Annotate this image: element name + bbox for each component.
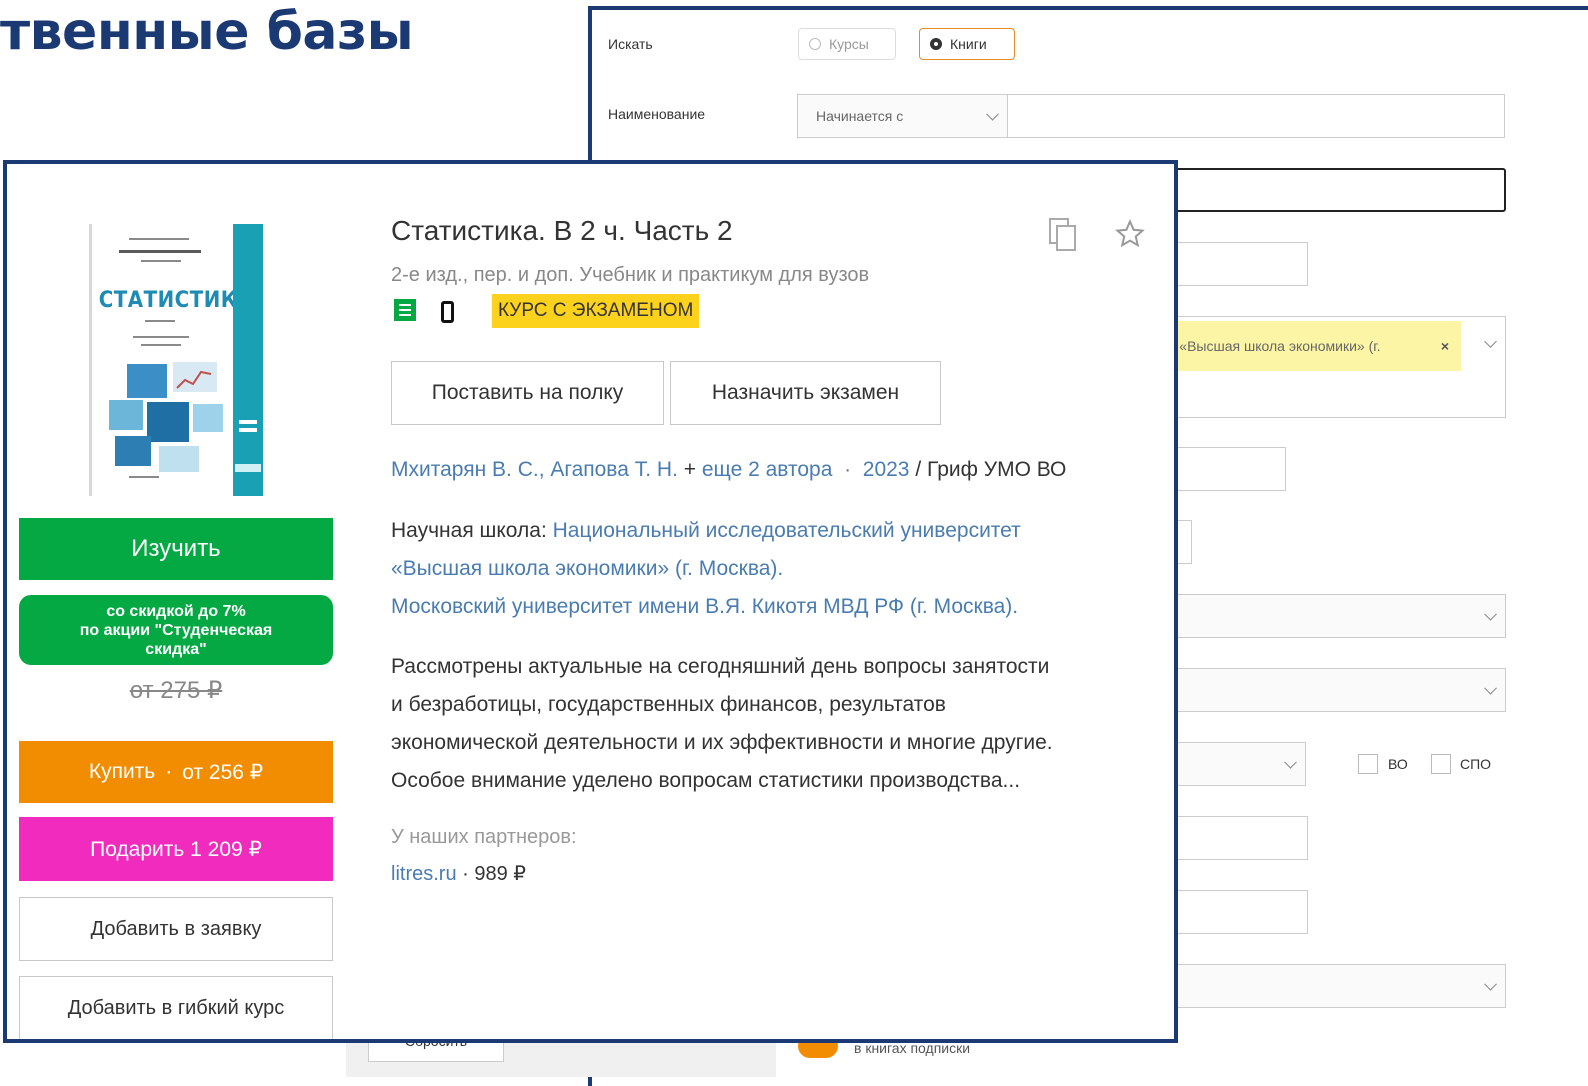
year-link[interactable]: 2023	[863, 458, 910, 481]
add-to-shelf-button[interactable]: Поставить на полку	[391, 361, 664, 425]
radio-books[interactable]: Книги	[919, 28, 1015, 60]
chevron-down-icon	[986, 107, 999, 121]
focused-input[interactable]	[1162, 168, 1506, 212]
checkbox-spo-label: СПО	[1460, 756, 1492, 772]
cover-illustration	[89, 224, 263, 496]
description-line: и безработицы, государственных финансов,…	[391, 693, 946, 716]
dropdown-select[interactable]	[1162, 964, 1506, 1008]
school-multiselect[interactable]: т «Высшая школа экономики» (г. ×	[1162, 316, 1506, 418]
radio-selected-icon	[930, 38, 942, 50]
checkbox-spo[interactable]	[1431, 754, 1451, 774]
book-title[interactable]: Статистика. В 2 ч. Часть 2	[391, 215, 733, 247]
partner-offer: litres.ru · 989 ₽	[391, 861, 526, 886]
dropdown-select[interactable]	[1162, 742, 1306, 786]
mobile-icon	[441, 301, 454, 323]
authors-link[interactable]: Мхитарян В. С., Агапова Т. Н.	[391, 458, 678, 481]
chevron-down-icon	[1484, 335, 1497, 348]
more-authors-plus: +	[683, 458, 697, 481]
name-mode-select[interactable]: Начинается с	[797, 94, 1008, 138]
old-price: от 275 ₽	[129, 677, 223, 704]
chevron-down-icon	[1284, 755, 1297, 769]
document-icon	[394, 299, 416, 321]
scientific-school: Научная школа: Национальный исследовател…	[391, 512, 1021, 626]
authors-line: Мхитарян В. С., Агапова Т. Н. + еще 2 ав…	[391, 458, 1066, 482]
more-authors-link[interactable]: еще 2 автора	[702, 458, 833, 481]
buy-price: от 256 ₽	[182, 760, 264, 784]
buy-label: Купить	[88, 760, 156, 783]
partner-link[interactable]: litres.ru	[391, 863, 457, 885]
book-description: Рассмотрены актуальные на сегодняшний де…	[391, 648, 1053, 800]
promo-line: со скидкой до 7%	[106, 602, 246, 620]
text-input[interactable]	[1162, 242, 1308, 286]
radio-courses[interactable]: Курсы	[798, 28, 896, 60]
radio-courses-label: Курсы	[829, 36, 869, 52]
school-tag-label: т «Высшая школа экономики» (г.	[1169, 338, 1381, 354]
search-label: Искать	[608, 36, 653, 52]
checkbox-vo[interactable]	[1358, 754, 1378, 774]
book-cover[interactable]: СТАТИСТИКА	[89, 224, 263, 496]
tag-remove-icon[interactable]: ×	[1441, 338, 1449, 354]
description-line: экономической деятельности и их эффектив…	[391, 731, 1053, 754]
radio-icon	[809, 38, 821, 50]
study-button[interactable]: Изучить	[19, 518, 333, 580]
dropdown-select[interactable]	[1162, 668, 1506, 712]
buy-button[interactable]: Купить · от 256 ₽	[19, 741, 333, 803]
gift-button[interactable]: Подарить 1 209 ₽	[19, 817, 333, 881]
school-link-hse-cont[interactable]: «Высшая школа экономики» (г. Москва).	[391, 550, 1021, 588]
book-card: СТАТИСТИКА Изучить со скидкой до 7% по а…	[3, 160, 1178, 1043]
text-input[interactable]	[1162, 890, 1308, 934]
grif: Гриф УМО ВО	[927, 458, 1067, 481]
school-link-hse[interactable]: Национальный исследовательский университ…	[553, 519, 1021, 542]
school-label: Научная школа:	[391, 519, 547, 542]
add-to-flexible-course-button[interactable]: Добавить в гибкий курс	[19, 976, 333, 1039]
slide-title: твенные базы	[0, 2, 414, 62]
name-label: Наименование	[608, 106, 706, 122]
school-link-mvd[interactable]: Московский университет имени В.Я. Кикотя…	[391, 588, 1021, 626]
description-line: Особое внимание уделено вопросам статист…	[391, 769, 1021, 792]
star-icon[interactable]	[1115, 219, 1145, 249]
chevron-down-icon	[1484, 681, 1497, 695]
description-line: Рассмотрены актуальные на сегодняшний де…	[391, 655, 1050, 678]
dropdown-select[interactable]	[1162, 594, 1506, 638]
chevron-down-icon	[1484, 977, 1497, 991]
name-mode-value: Начинается с	[816, 108, 904, 124]
partner-price: 989 ₽	[474, 863, 527, 885]
separator-dot: ·	[844, 458, 852, 481]
chevron-down-icon	[1484, 607, 1497, 621]
copy-icon[interactable]	[1049, 218, 1077, 252]
promo-line: скидка"	[145, 640, 207, 658]
separator-slash: /	[915, 458, 922, 481]
partners-label: У наших партнеров:	[391, 826, 577, 848]
text-input[interactable]	[1162, 816, 1308, 860]
partner-separator: ·	[462, 863, 469, 885]
checkbox-vo-label: ВО	[1388, 756, 1408, 772]
school-tag: т «Высшая школа экономики» (г. ×	[1163, 321, 1461, 371]
promo-line: по акции "Студенческая	[79, 621, 273, 639]
buy-separator: ·	[165, 760, 173, 783]
radio-books-label: Книги	[950, 36, 987, 52]
add-to-request-button[interactable]: Добавить в заявку	[19, 897, 333, 961]
name-input[interactable]	[1007, 94, 1505, 138]
assign-exam-button[interactable]: Назначить экзамен	[670, 361, 941, 425]
student-discount-badge[interactable]: со скидкой до 7% по акции "Студенческая …	[19, 595, 333, 665]
text-input[interactable]	[1162, 447, 1286, 491]
book-subtitle: 2-е изд., пер. и доп. Учебник и практику…	[391, 264, 870, 286]
exam-course-badge: КУРС С ЭКЗАМЕНОМ	[492, 294, 700, 328]
